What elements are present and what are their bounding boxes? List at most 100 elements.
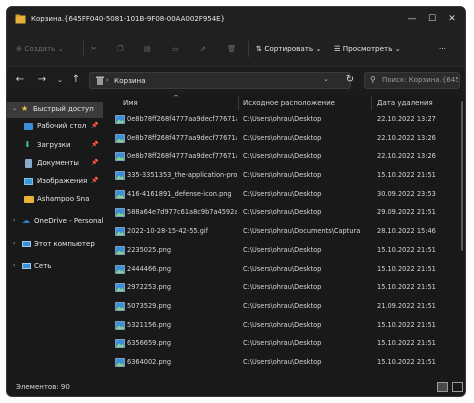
vertical-scrollbar[interactable]	[460, 95, 464, 376]
image-file-icon	[115, 302, 125, 311]
table-row[interactable]: 0e8b78ff268f4777aa9decf77671a1fe... C:\Us…	[107, 130, 457, 149]
rename-icon: ▭	[172, 44, 179, 53]
table-row[interactable]: 335-3351353_the-application-proc... C:\Us…	[107, 167, 457, 186]
table-row[interactable]: 416-4161891_defense-icon.png C:\Users\ohr…	[107, 186, 457, 205]
sidebar-item-onedrive[interactable]: › ☁ OneDrive - Personal	[7, 214, 103, 230]
file-date: 15.10.2022 21:51	[377, 357, 436, 366]
column-divider[interactable]	[238, 96, 239, 110]
sidebar-item-ashampoo[interactable]: Ashampoo Sna	[7, 192, 103, 208]
chevron-down-icon[interactable]: ⌄	[12, 105, 17, 112]
table-row[interactable]: 5073529.png C:\Users\ohrau\Desktop 21.09.2…	[107, 298, 457, 317]
network-icon	[22, 263, 31, 269]
create-button[interactable]: ⊕ Создать ⌄	[16, 41, 64, 57]
address-bar[interactable]: › Корзина ⌄	[89, 72, 351, 89]
file-date: 15.10.2022 21:51	[377, 264, 436, 273]
column-divider[interactable]	[371, 96, 372, 110]
image-file-icon	[115, 283, 125, 292]
search-input[interactable]: ⚲ Поиск: Корзина.{645...	[364, 72, 460, 89]
search-placeholder: Поиск: Корзина.{645...	[382, 76, 458, 84]
chevron-right-icon[interactable]: ›	[13, 262, 15, 269]
table-row[interactable]: 2235025.png C:\Users\ohrau\Desktop 15.10.2…	[107, 242, 457, 261]
image-file-icon	[115, 189, 125, 199]
star-icon: ★	[21, 104, 29, 113]
pin-icon: 📌	[91, 141, 99, 148]
file-date: 22.10.2022 13:27	[377, 115, 436, 123]
pin-icon: 📌	[91, 159, 99, 166]
tiles-view-button[interactable]	[452, 382, 463, 392]
sidebar-item-pictures[interactable]: Изображения 📌	[7, 174, 103, 190]
minimize-icon[interactable]: —	[405, 12, 419, 26]
arrow-left-icon: ←	[15, 74, 25, 85]
sort-button[interactable]: ⇅ Сортировать ⌄	[256, 41, 322, 57]
image-file-icon	[115, 227, 125, 236]
sidebar-item-desktop[interactable]: Рабочий стол 📌	[7, 119, 103, 135]
forward-button[interactable]: →	[35, 73, 49, 87]
chevron-down-icon: ⌄	[57, 44, 64, 53]
view-button[interactable]: ☰ Просмотреть ⌄	[334, 41, 401, 57]
file-name: 6364002.png	[127, 357, 172, 366]
file-name: 5073529.png	[127, 301, 172, 310]
sidebar-item-quick-access[interactable]: ⌄ ★ Быстрый доступ	[7, 102, 103, 118]
close-icon[interactable]: ✕	[445, 12, 459, 26]
file-name: 0e8b78ff268f4777aa9decf77671a1fe...	[127, 115, 237, 123]
chevron-right-icon[interactable]: ›	[13, 240, 15, 247]
window-title: Корзина.{645FF040-5081-101B-9F08-00AA002…	[31, 15, 226, 23]
file-location: C:\Users\ohrau\Desktop	[243, 133, 322, 142]
sidebar-item-documents[interactable]: Документы 📌	[7, 156, 103, 172]
column-header-location[interactable]: Исходное расположение	[243, 96, 335, 110]
cut-button[interactable]: ✂	[91, 41, 97, 57]
share-button[interactable]: ⇗	[200, 41, 206, 57]
file-location: C:\Users\ohrau\Desktop	[243, 189, 322, 198]
address-path: Корзина	[114, 76, 146, 85]
back-button[interactable]: ←	[13, 73, 27, 87]
file-location: C:\Users\ohrau\Desktop	[243, 171, 322, 180]
paste-button[interactable]: ▤	[144, 41, 151, 57]
image-file-icon	[115, 115, 125, 124]
recycle-bin-icon	[96, 76, 104, 85]
file-name: 2235025.png	[127, 245, 172, 254]
recent-locations-button[interactable]: ⌄	[53, 73, 67, 87]
pictures-icon	[24, 178, 33, 185]
chevron-right-icon[interactable]: ›	[13, 217, 15, 224]
delete-button[interactable]: 🗑	[227, 41, 236, 57]
command-bar: ⊕ Создать ⌄ ✂ ❐ ▤ ▭ ⇗ 🗑 ⇅ Сортировать ⌄ …	[7, 31, 465, 67]
chevron-down-icon[interactable]: ⌄	[323, 75, 329, 83]
image-file-icon	[115, 171, 125, 180]
table-row[interactable]: 0e8b78ff268f4777aa9decf77671a1fe... C:\Us…	[107, 148, 457, 167]
sidebar-item-label: Изображения	[37, 177, 88, 185]
more-icon: ···	[439, 44, 446, 53]
chevron-down-icon: ⌄	[315, 44, 322, 53]
image-file-icon	[115, 246, 125, 255]
item-count: Элементов: 90	[16, 383, 70, 391]
table-row[interactable]: 6356659.png C:\Users\ohrau\Desktop 15.10.2…	[107, 335, 457, 354]
sidebar-item-label: Быстрый доступ	[33, 105, 94, 113]
more-button[interactable]: ···	[439, 41, 446, 57]
table-row[interactable]: 5321156.png C:\Users\ohrau\Desktop 15.10.2…	[107, 317, 457, 336]
scrollbar-thumb[interactable]	[461, 101, 463, 251]
scissors-icon: ✂	[91, 44, 98, 53]
column-header-date[interactable]: Дата удаления	[377, 96, 433, 110]
view-label: Просмотреть	[342, 44, 393, 53]
table-row[interactable]: 2444466.png C:\Users\ohrau\Desktop 15.10.2…	[107, 261, 457, 280]
image-file-icon	[115, 152, 125, 162]
maximize-icon[interactable]: ☐	[425, 12, 439, 26]
sidebar-item-downloads[interactable]: ⬇ Загрузки 📌	[7, 138, 103, 154]
table-row[interactable]: 2972253.png C:\Users\ohrau\Desktop 15.10.2…	[107, 279, 457, 298]
table-row[interactable]: 2022-10-28-15-42-55.gif C:\Users\ohrau\Do…	[107, 223, 457, 242]
up-button[interactable]: ↑	[69, 73, 83, 87]
table-row[interactable]: 588a64e7d977c61a8c9b7a4592a1b... C:\Users…	[107, 204, 457, 223]
file-name: 0e8b78ff268f4777aa9decf77671a1fe...	[127, 133, 237, 142]
sort-label: Сортировать	[264, 44, 314, 53]
details-view-button[interactable]	[437, 382, 448, 392]
file-location: C:\Users\ohrau\Desktop	[243, 208, 322, 217]
table-row[interactable]: 0e8b78ff268f4777aa9decf77671a1fe... C:\Us…	[107, 111, 457, 130]
table-row[interactable]: 6364002.png C:\Users\ohrau\Desktop 15.10.2…	[107, 354, 457, 373]
rename-button[interactable]: ▭	[172, 41, 179, 57]
refresh-button[interactable]: ↻	[343, 73, 357, 87]
sidebar-item-this-pc[interactable]: › Этот компьютер	[7, 237, 103, 253]
file-date: 30.09.2022 23:53	[377, 189, 436, 198]
copy-button[interactable]: ❐	[117, 41, 123, 57]
sidebar-item-network[interactable]: › Сеть	[7, 259, 103, 275]
column-header-name[interactable]: Имя	[123, 96, 138, 110]
sidebar-item-label: Рабочий стол	[37, 122, 87, 130]
